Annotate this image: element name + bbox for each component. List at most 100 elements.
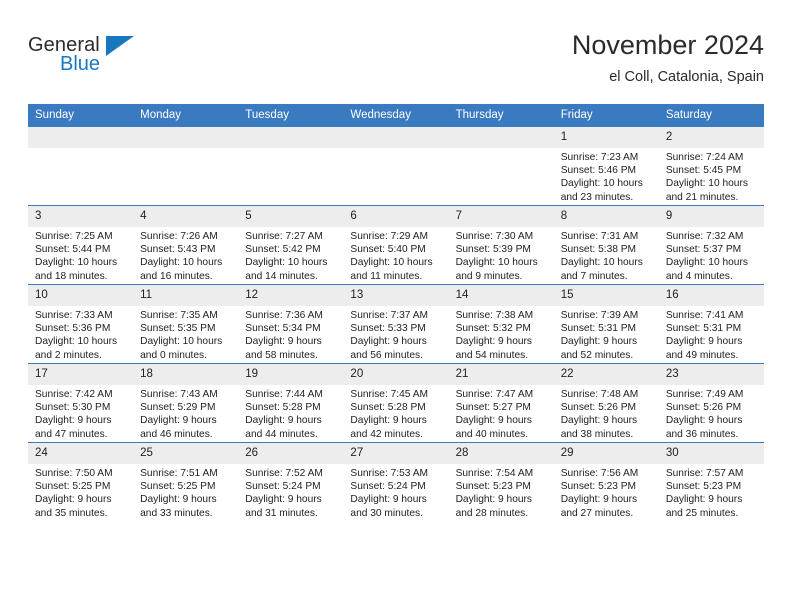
day-number: 22 <box>553 364 659 385</box>
calendar-day-cell[interactable]: 19 Sunrise: 7:44 AM Sunset: 5:28 PM Dayligh… <box>238 363 344 443</box>
daylight-text: Daylight: 9 hours and 42 minutes. <box>350 415 427 440</box>
calendar-day-cell[interactable]: 6 Sunrise: 7:29 AM Sunset: 5:40 PM Daylight… <box>343 205 449 285</box>
day-details: Sunrise: 7:30 AM Sunset: 5:39 PM Daylight:… <box>449 227 554 283</box>
daylight-text: Daylight: 9 hours and 35 minutes. <box>35 494 112 519</box>
day-number <box>343 127 449 148</box>
sunrise-text: Sunrise: 7:43 AM <box>140 389 218 400</box>
day-number: 28 <box>448 443 554 464</box>
calendar-week-row: 17 Sunrise: 7:42 AM Sunset: 5:30 PM Dayligh… <box>28 363 764 443</box>
calendar-day-cell[interactable]: 16 Sunrise: 7:41 AM Sunset: 5:31 PM Dayligh… <box>658 284 764 364</box>
calendar-day-cell[interactable]: 10 Sunrise: 7:33 AM Sunset: 5:36 PM Dayligh… <box>28 284 134 364</box>
sunrise-text: Sunrise: 7:44 AM <box>245 389 323 400</box>
calendar-day-cell[interactable]: 9 Sunrise: 7:32 AM Sunset: 5:37 PM Daylight… <box>658 205 764 285</box>
calendar-day-cell[interactable]: 3 Sunrise: 7:25 AM Sunset: 5:44 PM Daylight… <box>28 205 134 285</box>
day-number: 7 <box>448 206 554 227</box>
title-block: November 2024 el Coll, Catalonia, Spain <box>572 28 764 88</box>
calendar-day-cell[interactable]: 23 Sunrise: 7:49 AM Sunset: 5:26 PM Dayligh… <box>658 363 764 443</box>
sunrise-text: Sunrise: 7:30 AM <box>455 231 534 242</box>
calendar-day-cell[interactable]: 4 Sunrise: 7:26 AM Sunset: 5:43 PM Daylight… <box>133 205 239 285</box>
calendar-day-cell[interactable]: 17 Sunrise: 7:42 AM Sunset: 5:30 PM Dayligh… <box>28 363 134 443</box>
day-number: 2 <box>658 127 764 148</box>
calendar-day-cell[interactable]: 21 Sunrise: 7:47 AM Sunset: 5:27 PM Dayligh… <box>448 363 554 443</box>
calendar-page: General Blue November 2024 el Coll, Cata… <box>0 0 792 612</box>
sunrise-text: Sunrise: 7:33 AM <box>35 310 113 321</box>
calendar-day-cell[interactable]: 30 Sunrise: 7:57 AM Sunset: 5:23 PM Dayligh… <box>658 442 764 521</box>
sunset-text: Sunset: 5:26 PM <box>560 402 637 414</box>
day-number: 24 <box>28 443 134 464</box>
day-number: 6 <box>343 206 449 227</box>
day-number: 9 <box>658 206 764 227</box>
sunrise-text: Sunrise: 7:50 AM <box>35 468 113 479</box>
day-number: 26 <box>238 443 344 464</box>
calendar-day-cell[interactable]: 15 Sunrise: 7:39 AM Sunset: 5:31 PM Dayligh… <box>553 284 659 364</box>
sunset-text: Sunset: 5:37 PM <box>665 244 742 256</box>
day-number: 10 <box>28 285 134 306</box>
calendar-day-cell[interactable]: 28 Sunrise: 7:54 AM Sunset: 5:23 PM Dayligh… <box>448 442 554 521</box>
day-number <box>448 127 554 148</box>
sunrise-text: Sunrise: 7:27 AM <box>245 231 323 242</box>
day-number: 27 <box>343 443 449 464</box>
sunrise-text: Sunrise: 7:25 AM <box>35 231 113 242</box>
day-details: Sunrise: 7:35 AM Sunset: 5:35 PM Daylight:… <box>133 306 238 362</box>
calendar-day-cell[interactable]: 11 Sunrise: 7:35 AM Sunset: 5:35 PM Dayligh… <box>133 284 239 364</box>
calendar-day-cell[interactable]: 13 Sunrise: 7:37 AM Sunset: 5:33 PM Dayligh… <box>343 284 449 364</box>
sunset-text: Sunset: 5:23 PM <box>455 481 531 493</box>
sunset-text: Sunset: 5:43 PM <box>140 244 216 256</box>
day-details: Sunrise: 7:27 AM Sunset: 5:42 PM Daylight:… <box>238 227 343 283</box>
daylight-text: Daylight: 10 hours and 18 minutes. <box>35 257 118 282</box>
daylight-text: Daylight: 10 hours and 16 minutes. <box>140 257 223 282</box>
calendar-day-cell[interactable]: 24 Sunrise: 7:50 AM Sunset: 5:25 PM Dayligh… <box>28 442 134 521</box>
calendar-grid: Sunday Monday Tuesday Wednesday Thursday… <box>28 104 764 521</box>
day-number: 19 <box>238 364 344 385</box>
sunset-text: Sunset: 5:27 PM <box>455 402 531 414</box>
daylight-text: Daylight: 9 hours and 56 minutes. <box>350 336 427 361</box>
calendar-day-cell[interactable]: 25 Sunrise: 7:51 AM Sunset: 5:25 PM Dayligh… <box>133 442 239 521</box>
calendar-day-cell[interactable]: 18 Sunrise: 7:43 AM Sunset: 5:29 PM Dayligh… <box>133 363 239 443</box>
calendar-day-cell[interactable]: 14 Sunrise: 7:38 AM Sunset: 5:32 PM Dayligh… <box>448 284 554 364</box>
day-number: 14 <box>448 285 554 306</box>
calendar-day-cell[interactable]: 2 Sunrise: 7:24 AM Sunset: 5:45 PM Daylight… <box>658 126 764 206</box>
calendar-day-cell[interactable]: 29 Sunrise: 7:56 AM Sunset: 5:23 PM Dayligh… <box>553 442 659 521</box>
weekday-header-row: Sunday Monday Tuesday Wednesday Thursday… <box>28 104 764 127</box>
calendar-day-cell[interactable]: 22 Sunrise: 7:48 AM Sunset: 5:26 PM Dayligh… <box>553 363 659 443</box>
calendar-day-cell[interactable]: 5 Sunrise: 7:27 AM Sunset: 5:42 PM Daylight… <box>238 205 344 285</box>
day-details: Sunrise: 7:52 AM Sunset: 5:24 PM Daylight:… <box>238 464 343 520</box>
calendar-day-cell[interactable]: 8 Sunrise: 7:31 AM Sunset: 5:38 PM Daylight… <box>553 205 659 285</box>
daylight-text: Daylight: 9 hours and 49 minutes. <box>665 336 743 361</box>
sunset-text: Sunset: 5:24 PM <box>350 481 426 493</box>
calendar-week-row: 10 Sunrise: 7:33 AM Sunset: 5:36 PM Dayligh… <box>28 284 764 364</box>
day-number: 18 <box>133 364 239 385</box>
sunrise-text: Sunrise: 7:53 AM <box>350 468 429 479</box>
sunset-text: Sunset: 5:23 PM <box>560 481 637 493</box>
daylight-text: Daylight: 9 hours and 28 minutes. <box>455 494 533 519</box>
calendar-cell-empty <box>28 126 134 206</box>
daylight-text: Daylight: 10 hours and 0 minutes. <box>140 336 223 361</box>
location-subtitle: el Coll, Catalonia, Spain <box>609 69 764 85</box>
daylight-text: Daylight: 10 hours and 4 minutes. <box>665 257 748 282</box>
daylight-text: Daylight: 9 hours and 47 minutes. <box>35 415 112 440</box>
day-details: Sunrise: 7:25 AM Sunset: 5:44 PM Daylight:… <box>28 227 133 283</box>
day-details: Sunrise: 7:33 AM Sunset: 5:36 PM Daylight:… <box>28 306 133 362</box>
calendar-day-cell[interactable]: 26 Sunrise: 7:52 AM Sunset: 5:24 PM Dayligh… <box>238 442 344 521</box>
weekday-header-tuesday: Tuesday <box>238 104 344 127</box>
day-number: 17 <box>28 364 134 385</box>
sunrise-text: Sunrise: 7:57 AM <box>665 468 744 479</box>
day-details: Sunrise: 7:50 AM Sunset: 5:25 PM Daylight:… <box>28 464 133 520</box>
calendar-day-cell[interactable]: 7 Sunrise: 7:30 AM Sunset: 5:39 PM Daylight… <box>448 205 554 285</box>
weekday-header-wednesday: Wednesday <box>343 104 449 127</box>
daylight-text: Daylight: 9 hours and 30 minutes. <box>350 494 427 519</box>
sunrise-text: Sunrise: 7:37 AM <box>350 310 429 321</box>
calendar-day-cell[interactable]: 1 Sunrise: 7:23 AM Sunset: 5:46 PM Daylight… <box>553 126 659 206</box>
generalblue-logo[interactable]: General Blue <box>28 34 208 88</box>
sunrise-text: Sunrise: 7:56 AM <box>560 468 639 479</box>
day-details: Sunrise: 7:31 AM Sunset: 5:38 PM Daylight:… <box>554 227 659 283</box>
calendar-day-cell[interactable]: 12 Sunrise: 7:36 AM Sunset: 5:34 PM Dayligh… <box>238 284 344 364</box>
sunset-text: Sunset: 5:25 PM <box>140 481 216 493</box>
day-number: 5 <box>238 206 344 227</box>
sunset-text: Sunset: 5:23 PM <box>665 481 742 493</box>
sunrise-text: Sunrise: 7:35 AM <box>140 310 218 321</box>
weekday-header-saturday: Saturday <box>658 104 764 127</box>
day-number: 21 <box>448 364 554 385</box>
calendar-day-cell[interactable]: 27 Sunrise: 7:53 AM Sunset: 5:24 PM Dayligh… <box>343 442 449 521</box>
calendar-day-cell[interactable]: 20 Sunrise: 7:45 AM Sunset: 5:28 PM Dayligh… <box>343 363 449 443</box>
